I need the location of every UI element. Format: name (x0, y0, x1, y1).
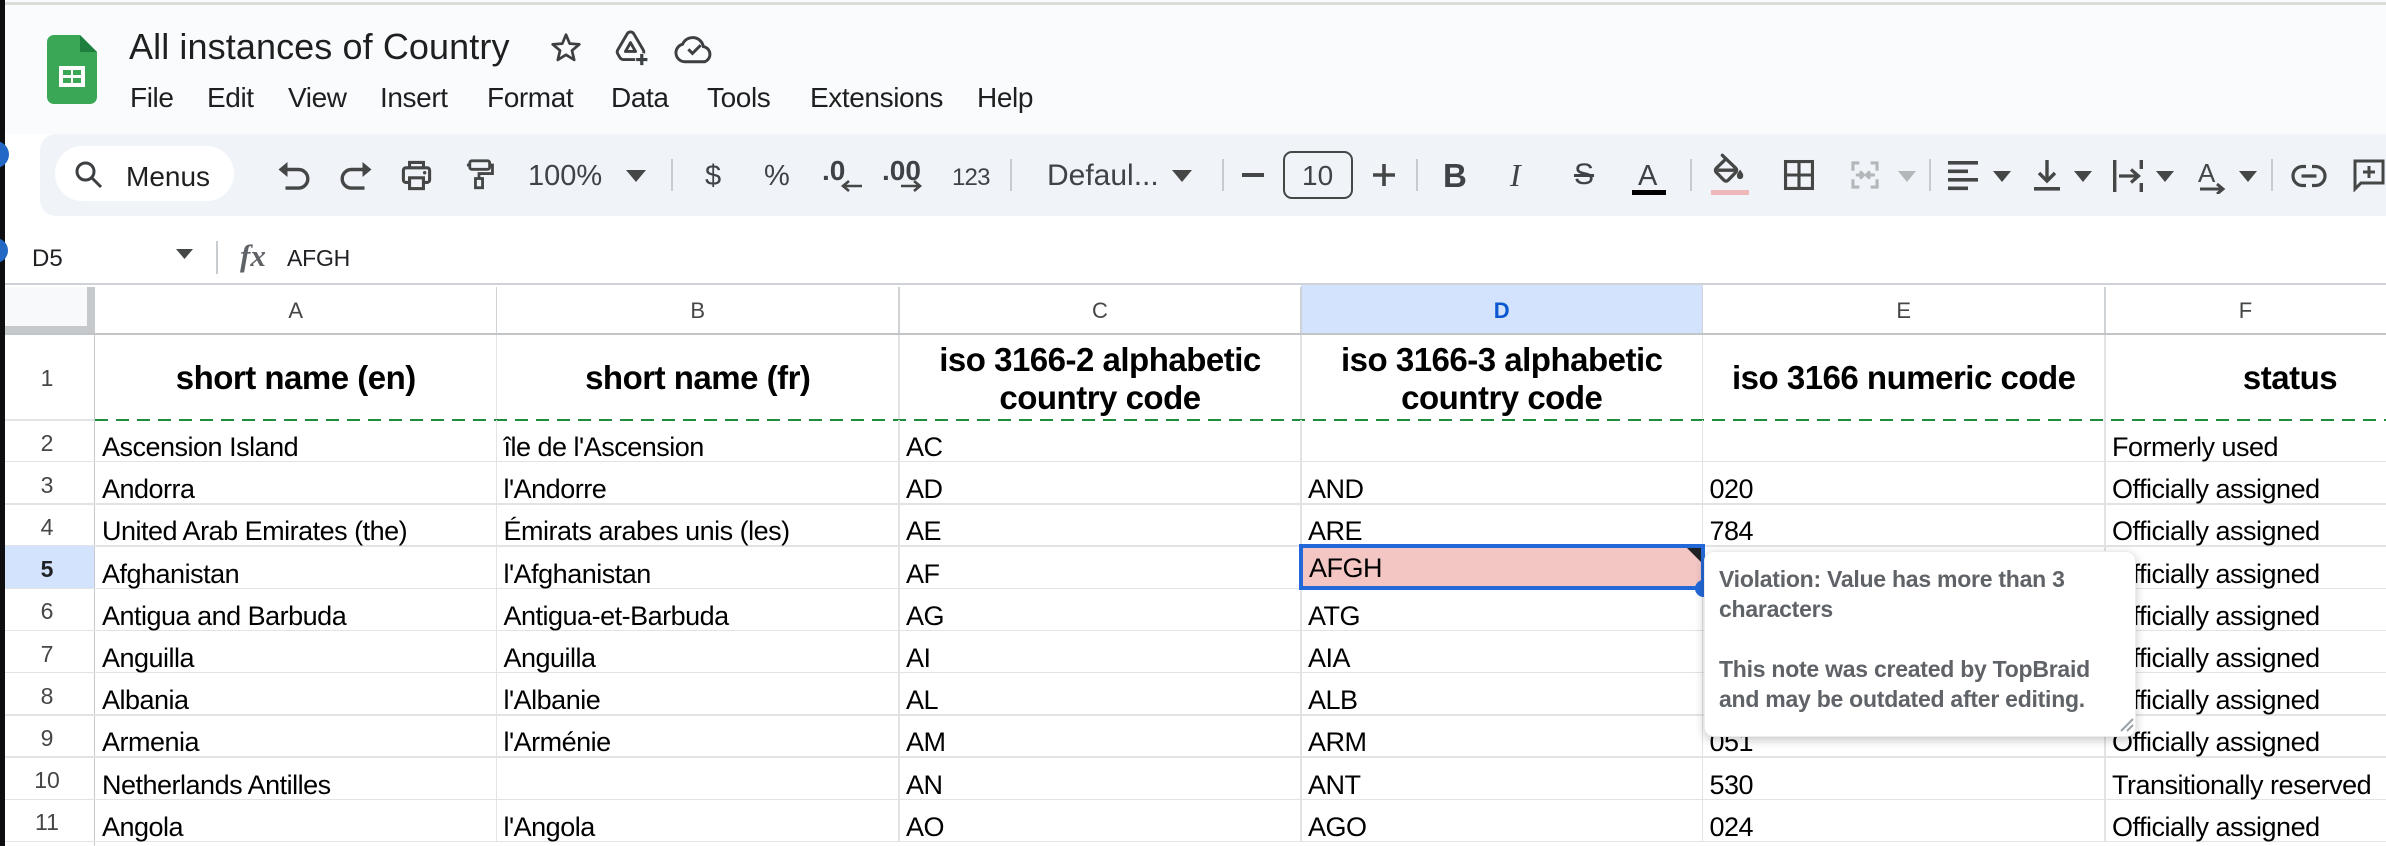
svg-text:A: A (2198, 158, 2216, 188)
